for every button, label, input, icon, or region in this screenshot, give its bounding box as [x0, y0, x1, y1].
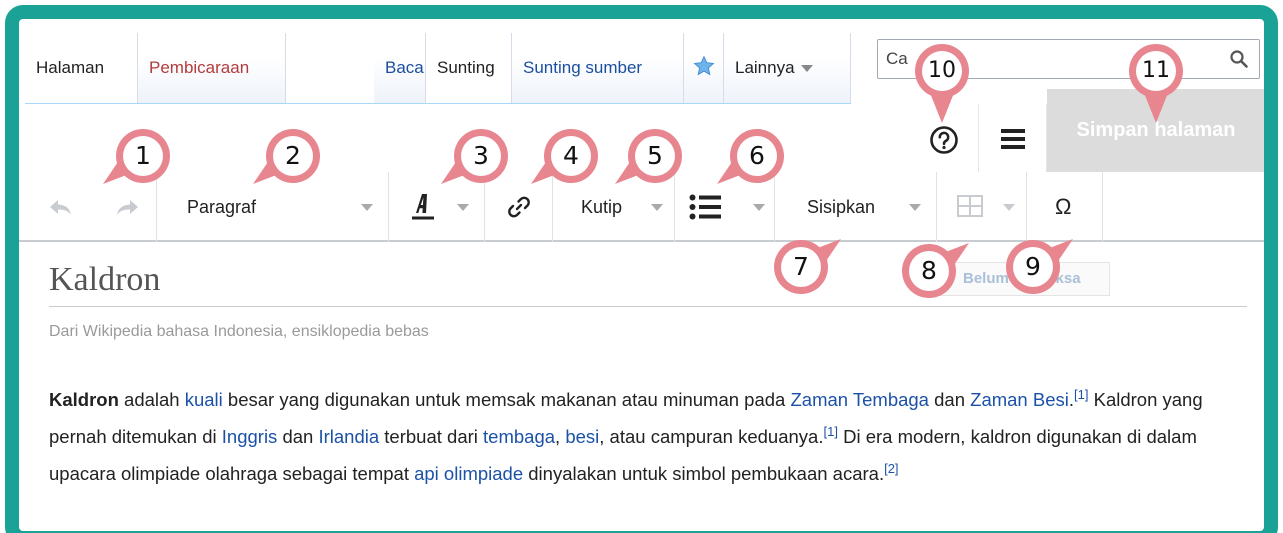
search-box [877, 39, 1260, 79]
text: dan [928, 389, 971, 410]
chevron-down-icon [909, 204, 921, 211]
star-icon [693, 55, 714, 76]
link-zaman-tembaga[interactable]: Zaman Tembaga [790, 389, 929, 410]
screenshot-frame: Halaman Pembicaraan Baca Sunting Sunting… [5, 5, 1278, 533]
chevron-down-icon [800, 65, 813, 73]
list-icon [689, 194, 721, 220]
help-icon [930, 126, 958, 154]
tab-pembicaraan[interactable]: Pembicaraan [138, 33, 286, 103]
title-divider [49, 306, 1247, 307]
bold-term: Kaldron [49, 389, 119, 410]
tab-lainnya-label: Lainnya [735, 58, 795, 77]
text: dinyalakan untuk simbol pembukaan acara. [523, 463, 885, 484]
chevron-down-icon [361, 204, 373, 211]
tab-sunting-sumber[interactable]: Sunting sumber [512, 33, 684, 103]
table-dropdown[interactable] [937, 172, 1027, 242]
article-paragraph: Kaldron adalah kuali besar yang digunaka… [49, 381, 1249, 492]
chevron-down-icon [651, 204, 663, 211]
link-icon [508, 196, 530, 218]
review-status-label: Belum Diperiksa [963, 270, 1081, 287]
save-page-button[interactable]: Simpan halaman [1047, 89, 1264, 172]
search-input[interactable] [878, 40, 1218, 78]
list-dropdown[interactable] [675, 172, 775, 242]
text: besar yang digunakan untuk memsak makana… [222, 389, 791, 410]
text: dan [277, 426, 319, 447]
table-icon [957, 195, 983, 217]
text: terbuat dari [379, 426, 484, 447]
paragraph-format-label: Paragraf [187, 197, 257, 217]
paragraph-format-dropdown[interactable]: Paragraf [157, 172, 389, 242]
text: , atau campuran keduanya. [599, 426, 824, 447]
omega-icon: Ω [1055, 194, 1072, 219]
link-irlandia[interactable]: Irlandia [318, 426, 379, 447]
link-inggris[interactable]: Inggris [222, 426, 278, 447]
link-zaman-besi[interactable]: Zaman Besi [970, 389, 1069, 410]
tab-baca[interactable]: Baca [374, 33, 426, 103]
link-button[interactable] [485, 172, 553, 242]
site-tagline: Dari Wikipedia bahasa Indonesia, ensiklo… [49, 323, 429, 340]
review-status-badge[interactable]: Belum Diperiksa [922, 262, 1110, 296]
cite-dropdown[interactable]: Kutip [553, 172, 675, 242]
review-status-icon [931, 269, 953, 291]
text: , [555, 426, 566, 447]
link-tembaga[interactable]: tembaga [483, 426, 555, 447]
link-kuali[interactable]: kuali [185, 389, 223, 410]
insert-label: Sisipkan [807, 197, 876, 217]
editor-toolbar: Paragraf Kutip Sisipkan Ω [19, 172, 1264, 242]
chevron-down-icon [457, 204, 469, 211]
chevron-down-icon [753, 204, 765, 211]
undo-icon[interactable] [49, 198, 73, 218]
tab-underline [25, 103, 851, 104]
reference-1[interactable]: [1] [1074, 387, 1088, 402]
reference-2[interactable]: [2] [884, 461, 898, 476]
special-character-button[interactable]: Ω [1027, 172, 1103, 242]
page-title: Kaldron [49, 261, 161, 298]
insert-dropdown[interactable]: Sisipkan [775, 172, 937, 242]
page-menu-button[interactable] [979, 104, 1047, 172]
reference-1[interactable]: [1] [823, 424, 837, 439]
tab-halaman[interactable]: Halaman [25, 33, 138, 103]
link-api-olimpiade[interactable]: api olimpiade [414, 463, 523, 484]
tab-lainnya[interactable]: Lainnya [724, 33, 851, 103]
link-besi[interactable]: besi [565, 426, 599, 447]
callout-number: 7 [793, 252, 809, 281]
callout-7: 7 [771, 237, 841, 327]
help-button[interactable] [909, 104, 979, 172]
history-group [25, 172, 157, 242]
text-style-dropdown[interactable] [389, 172, 485, 242]
chevron-down-icon [1003, 204, 1015, 211]
watch-star-button[interactable] [684, 33, 724, 103]
callout-pin-7 [774, 239, 841, 294]
cite-label: Kutip [581, 197, 623, 217]
hamburger-menu-icon [1001, 129, 1025, 149]
text-style-icon [412, 194, 434, 220]
tab-sunting[interactable]: Sunting [426, 33, 512, 103]
redo-icon[interactable] [115, 198, 139, 218]
search-icon[interactable] [1229, 49, 1249, 69]
text: adalah [118, 389, 185, 410]
